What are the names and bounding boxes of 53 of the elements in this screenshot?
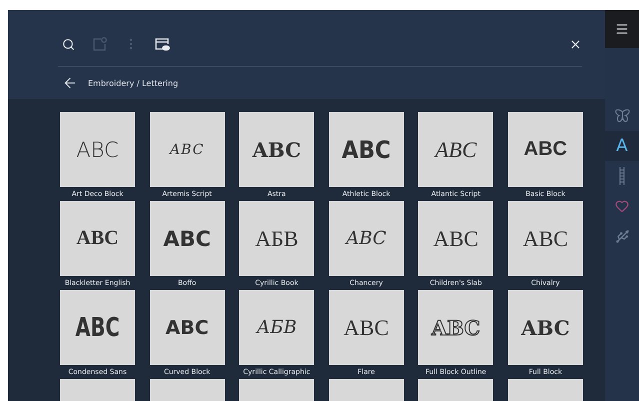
font-tile[interactable]: ABC [239, 112, 314, 187]
font-tile[interactable]: ABC [60, 112, 135, 187]
search-button[interactable] [62, 38, 75, 50]
font-tile[interactable]: ABC [150, 112, 225, 187]
font-tile[interactable]: ABC [418, 290, 494, 365]
font-sample: ABC [433, 226, 478, 252]
font-sample: ABC [346, 228, 386, 249]
font-tile[interactable]: ABC [150, 201, 225, 276]
font-tile[interactable]: ABC [508, 201, 583, 276]
font-tile[interactable]: ABC [328, 201, 404, 276]
font-sample: АБВ [256, 317, 297, 338]
font-tile[interactable]: ABC [418, 201, 494, 276]
lettering-glyph: A [616, 136, 628, 156]
font-sample: ABC [521, 316, 570, 340]
font-tile[interactable]: ABC [328, 290, 404, 365]
note-plus-icon [92, 36, 107, 52]
font-tile[interactable]: ABC [60, 290, 135, 365]
font-tile[interactable]: ABC [60, 201, 135, 276]
close-icon [569, 38, 582, 50]
font-sample: ABC [435, 136, 477, 162]
font-sample: ABC [432, 316, 480, 340]
font-sample: ABC [166, 316, 209, 338]
breadcrumb: Embroidery / Lettering [88, 78, 178, 88]
font-sample: ABC [163, 226, 211, 250]
font-tile[interactable]: ABC [508, 290, 583, 365]
font-sample: ABC [524, 138, 568, 161]
heart-icon [615, 199, 629, 213]
back-button[interactable] [62, 75, 78, 91]
font-sample: АБВ [255, 226, 298, 252]
font-sample: ABC [75, 312, 120, 342]
butterfly-icon [614, 109, 630, 123]
font-tile[interactable]: АБВ [239, 290, 314, 365]
font-sample: ABC [252, 138, 302, 162]
close-button[interactable] [569, 38, 582, 50]
font-tile[interactable]: ABC [150, 290, 225, 365]
search-icon [62, 38, 75, 50]
font-sample: ABC [344, 314, 389, 340]
usb-icon [614, 228, 630, 244]
font-sample: ABC [76, 227, 119, 250]
font-sample: ABC [522, 226, 568, 252]
font-tile[interactable]: ABC [418, 112, 494, 187]
font-sample: ABC [170, 142, 204, 158]
menu-button[interactable] [605, 10, 639, 48]
menu-icon [615, 22, 629, 36]
preview-button[interactable] [155, 38, 170, 50]
stitches-icon [618, 167, 626, 185]
font-tile[interactable]: АБВ [239, 201, 314, 276]
font-sample: ABC [76, 138, 119, 162]
font-sample: ABC [342, 136, 391, 164]
side-tab[interactable]: A [605, 131, 639, 161]
font-tile[interactable]: ABC [328, 112, 404, 187]
window-eye-icon [155, 38, 170, 50]
font-tile[interactable]: ABC [508, 112, 583, 187]
